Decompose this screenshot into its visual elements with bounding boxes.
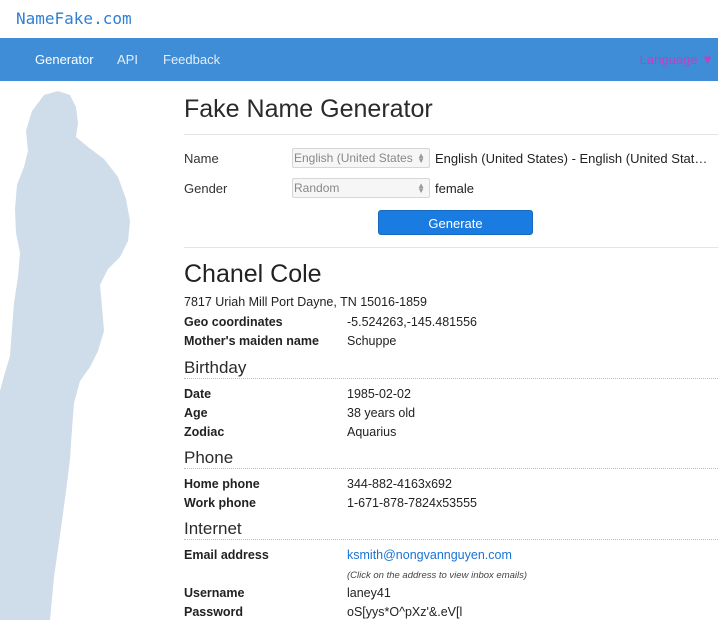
generate-button[interactable]: Generate [378,210,533,235]
woman-silhouette-image [0,91,130,620]
select-arrows-icon: ▲ ▼ [417,181,425,195]
password-label: Password [184,605,244,619]
home-phone-value: 344-882-4163x692 [347,477,452,491]
site-logo[interactable]: NameFake.com [16,9,132,28]
email-link[interactable]: ksmith@nongvannguyen.com [347,548,512,562]
title-divider [184,134,718,135]
gender-selected-text: female [435,181,475,196]
email-label: Email address [184,548,269,562]
birthday-divider [184,378,718,379]
phone-divider [184,468,718,469]
nav-item-generator[interactable]: Generator [35,52,94,67]
form-divider [184,247,718,248]
username-value: laney41 [347,586,391,600]
site-header: NameFake.com [0,0,718,38]
phone-section-title: Phone [184,448,234,467]
gender-select-value: Random [294,181,340,195]
gender-label: Gender [184,181,228,196]
nav-item-feedback[interactable]: Feedback [163,52,220,67]
email-value-container: ksmith@nongvannguyen.com [347,548,512,562]
work-phone-label: Work phone [184,496,256,510]
birthday-date-label: Date [184,387,212,401]
internet-section-title: Internet [184,519,242,538]
geo-coordinates-value: -5.524263,-145.481556 [347,315,477,329]
maiden-name-label: Mother's maiden name [184,334,319,348]
zodiac-label: Zodiac [184,425,225,439]
password-value: oS[yys*O^pXz'&.eV[l [347,605,463,619]
name-label: Name [184,151,219,166]
home-phone-label: Home phone [184,477,260,491]
work-phone-value: 1-671-878-7824x53555 [347,496,477,510]
page-title: Fake Name Generator [184,95,433,123]
age-value: 38 years old [347,406,416,420]
maiden-name-value: Schuppe [347,334,397,348]
email-inbox-note: (Click on the address to view inbox emai… [347,570,528,581]
select-arrows-icon: ▲ ▼ [417,151,425,165]
geo-coordinates-label: Geo coordinates [184,315,283,329]
name-select-value: English (United States [294,151,413,165]
username-label: Username [184,586,245,600]
name-select[interactable]: English (United States ▲ ▼ [292,148,430,168]
name-selected-text: English (United States) - English (Unite… [435,151,708,166]
internet-divider [184,539,718,540]
person-name: Chanel Cole [184,260,322,288]
language-dropdown[interactable]: Language ▼ [640,52,714,67]
gender-select[interactable]: Random ▲ ▼ [292,178,430,198]
nav-item-api[interactable]: API [117,52,138,67]
birthday-section-title: Birthday [184,358,247,377]
age-label: Age [184,406,208,420]
zodiac-value: Aquarius [347,425,397,439]
address: 7817 Uriah Mill Port Dayne, TN 15016-185… [184,295,427,309]
birthday-date-value: 1985-02-02 [347,387,411,401]
navbar: Generator API Feedback Language ▼ [0,38,718,81]
